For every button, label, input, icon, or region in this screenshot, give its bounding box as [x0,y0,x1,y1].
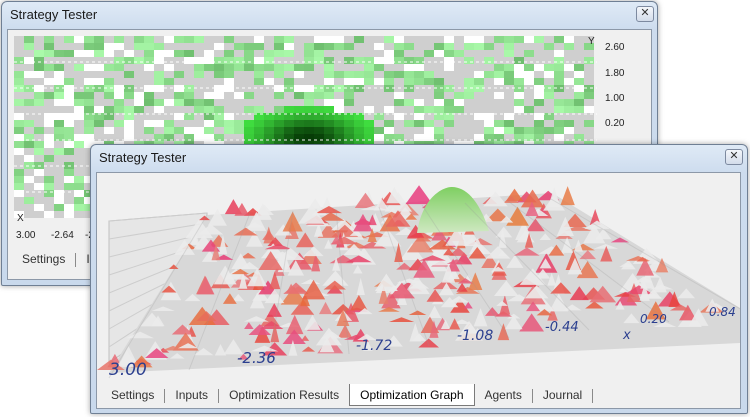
tab-settings[interactable]: Settings [101,385,164,405]
x-tick: -2.64 [51,230,74,241]
front-window: Strategy Tester ✕ 3.00 -2.36 -1.72 -1.08… [90,144,748,414]
tab-agents[interactable]: Agents [475,385,532,405]
x-axis-tick: 0.84 [709,305,736,319]
tab-inputs[interactable]: Inputs [165,385,218,405]
back-titlebar[interactable]: Strategy Tester ✕ [2,2,657,28]
front-titlebar[interactable]: Strategy Tester ✕ [91,145,747,171]
tab-separator [592,389,594,403]
x-axis-tick: -0.44 [545,320,579,335]
y-tick: 1.00 [605,93,625,104]
optimization-3d-surface[interactable] [97,173,740,383]
y-tick: 0.20 [605,118,625,129]
front-window-title: Strategy Tester [99,150,187,165]
x-axis-tick: -2.36 [237,349,276,367]
back-window-title: Strategy Tester [10,7,98,22]
y-tick: 2.60 [605,42,625,53]
x-axis-tick: 0.20 [640,312,667,326]
x-axis-name: x [623,328,631,343]
tab-optimization-results[interactable]: Optimization Results [219,385,349,405]
back-close-button[interactable]: ✕ [636,6,654,22]
x-axis-tick: 3.00 [109,360,147,380]
tab-journal[interactable]: Journal [533,385,592,405]
x-axis-name: X [17,213,24,224]
front-close-button[interactable]: ✕ [725,149,743,165]
x-axis-tick: -1.72 [356,338,393,354]
front-client-area: 3.00 -2.36 -1.72 -1.08 -0.44 0.20 0.84 x… [96,172,741,409]
x-tick: 3.00 [16,230,36,241]
tab-optimization-graph[interactable]: Optimization Graph [349,384,475,406]
y-axis-name: Y [588,36,595,47]
y-tick: 1.80 [605,68,625,79]
front-tab-bar: Settings Inputs Optimization Results Opt… [101,384,594,406]
x-axis-tick: -1.08 [457,328,494,344]
back-tab-settings[interactable]: Settings [12,249,75,269]
